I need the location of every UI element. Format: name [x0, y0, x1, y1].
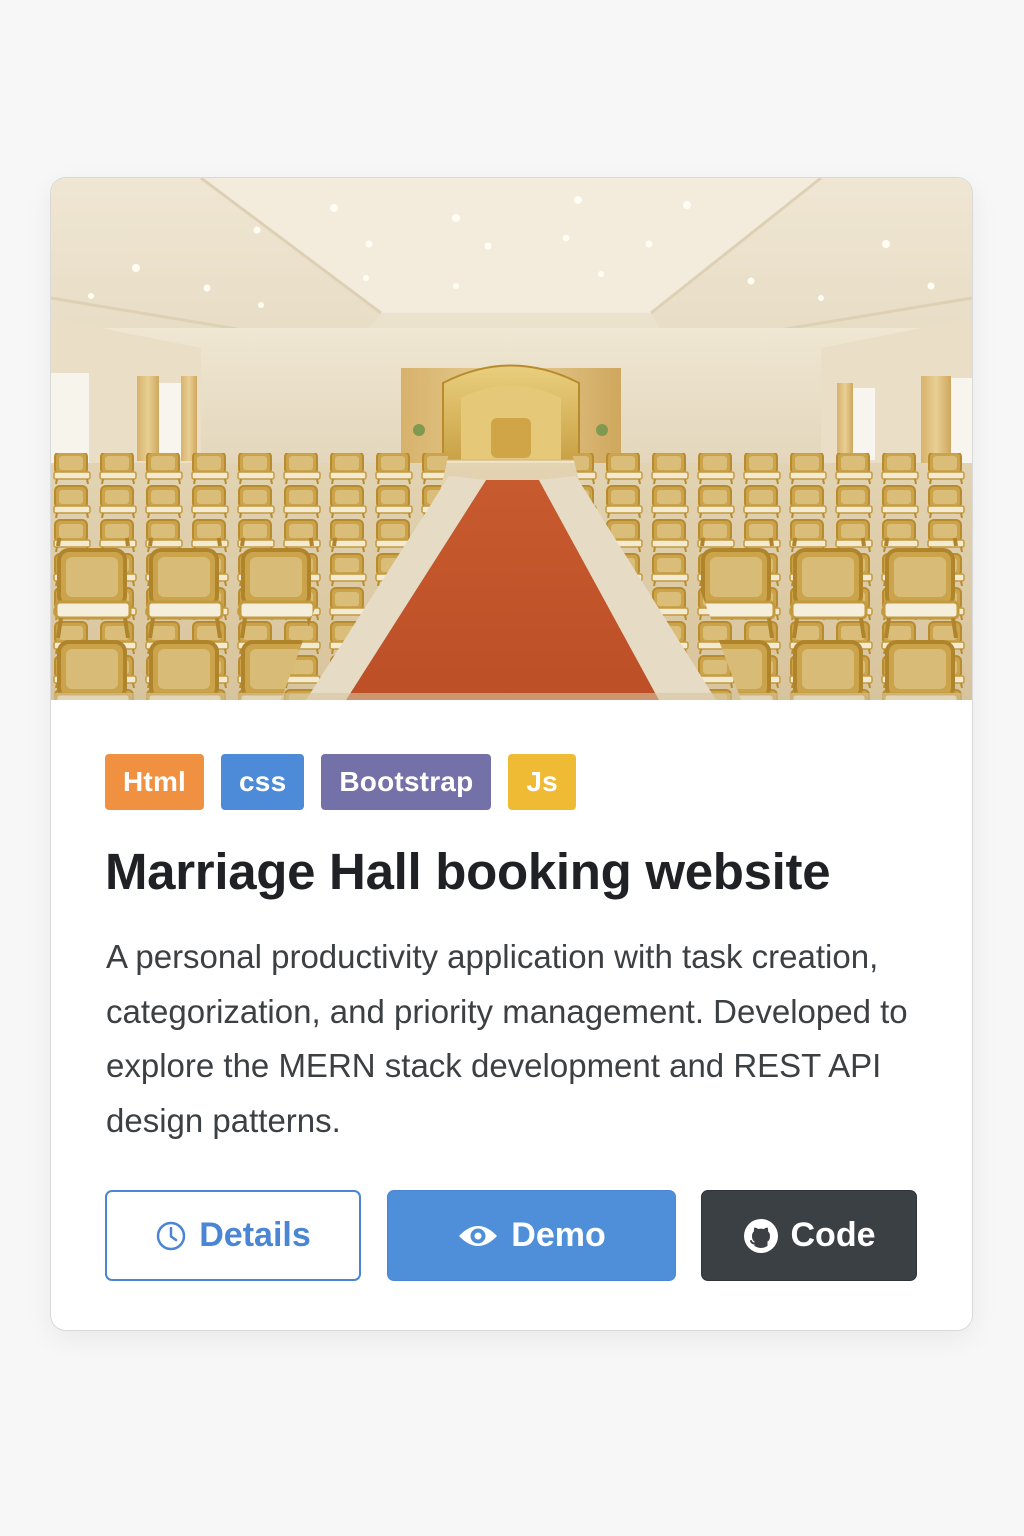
project-description: A personal productivity application with…: [106, 938, 908, 1139]
demo-label: Demo: [511, 1216, 606, 1254]
project-title: Marriage Hall booking website: [105, 843, 831, 900]
tag-html: Html: [105, 754, 205, 810]
github-icon: [743, 1218, 778, 1253]
tag-bootstrap: Bootstrap: [321, 754, 492, 810]
details-label: Details: [199, 1216, 311, 1254]
tech-tags: Html css Bootstrap Js: [105, 754, 576, 810]
code-label: Code: [790, 1216, 876, 1254]
project-image: [51, 178, 972, 700]
eye-icon: [459, 1225, 498, 1246]
tag-js: Js: [508, 754, 576, 810]
tag-css: css: [221, 754, 305, 810]
code-button[interactable]: Code: [701, 1190, 917, 1281]
details-button[interactable]: Details: [105, 1190, 361, 1281]
project-card: Html css Bootstrap Js Marriage Hall book…: [50, 177, 973, 1331]
demo-button[interactable]: Demo: [387, 1190, 676, 1281]
clock-icon: [157, 1221, 186, 1250]
